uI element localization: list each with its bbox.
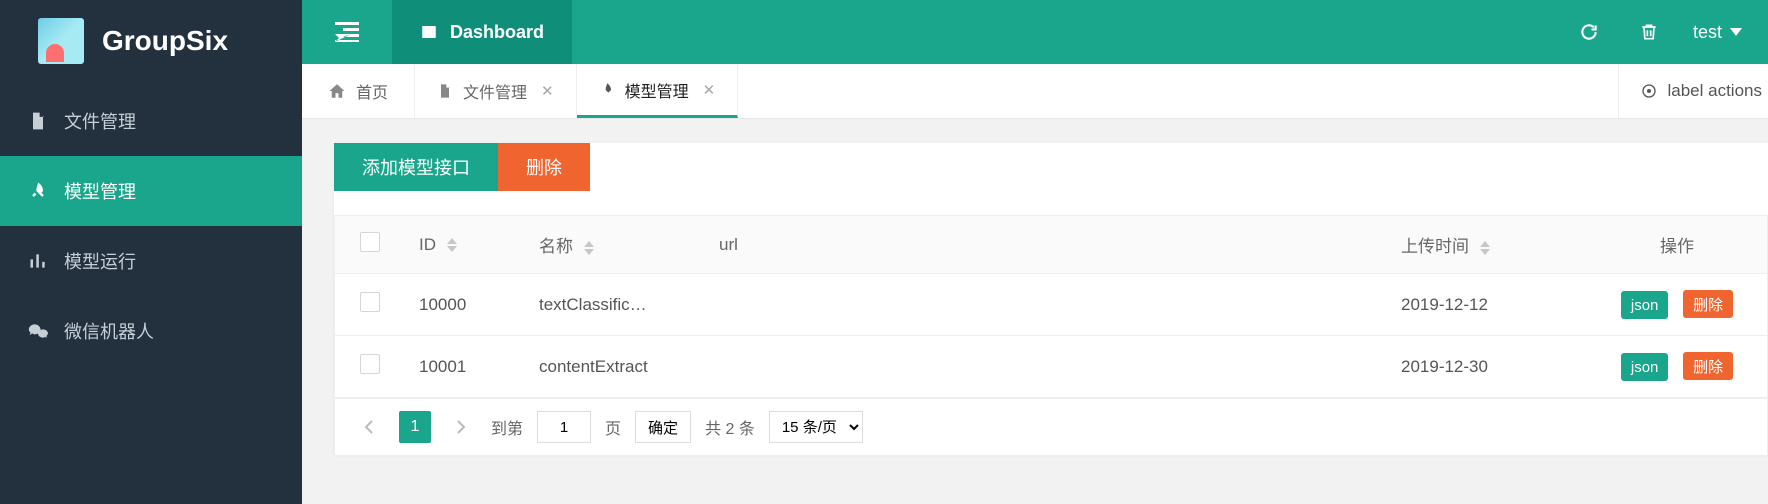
tab-label: 模型管理 (625, 78, 689, 102)
label-actions-dropdown[interactable]: label actions (1618, 64, 1768, 118)
cell-time: 2019-12-12 (1387, 274, 1587, 336)
header-label: 上传时间 (1401, 237, 1469, 256)
cell-url (705, 336, 1387, 398)
page-number[interactable]: 1 (399, 411, 431, 443)
tab-label: 文件管理 (463, 79, 527, 103)
brand-name: GroupSix (102, 25, 228, 57)
sidebar-item-label: 模型运行 (64, 248, 136, 274)
tabstrip-spacer (738, 64, 1618, 118)
row-delete-button[interactable]: 删除 (1683, 352, 1733, 380)
sort-icon (1480, 241, 1490, 255)
main: Dashboard test 首页 文件管理 ✕ (302, 0, 1768, 504)
tab-home[interactable]: 首页 (302, 64, 415, 118)
refresh-button[interactable] (1559, 0, 1619, 64)
sidebar-item-wechat-bot[interactable]: 微信机器人 (0, 296, 302, 366)
json-button[interactable]: json (1621, 353, 1669, 381)
tab-label: 首页 (356, 79, 388, 103)
id-card-icon (420, 23, 438, 41)
file-icon (28, 111, 48, 131)
delete-button[interactable]: 删除 (498, 143, 590, 191)
add-model-button[interactable]: 添加模型接口 (334, 143, 498, 191)
row-checkbox[interactable] (360, 292, 380, 312)
sort-icon (584, 241, 594, 255)
go-button[interactable]: 确定 (635, 411, 691, 443)
sidebar-item-label: 文件管理 (64, 108, 136, 134)
select-all-checkbox[interactable] (360, 232, 380, 252)
table-header-row: ID 名称 url (335, 216, 1767, 274)
pager: 1 到第 页 确定 共 2 条 15 条/页 (334, 399, 1768, 456)
target-icon (1641, 83, 1657, 99)
sidebar-item-label: 模型管理 (64, 178, 136, 204)
home-icon (328, 82, 346, 100)
chevron-left-icon (364, 420, 374, 434)
app-root: GroupSix 文件管理 模型管理 模型运行 微信机器人 (0, 0, 1768, 504)
header-ops: 操作 (1587, 216, 1767, 274)
file-icon (437, 82, 453, 100)
toggle-sidebar-button[interactable] (302, 0, 392, 64)
sidebar-item-label: 微信机器人 (64, 318, 154, 344)
header-url[interactable]: url (705, 216, 1387, 274)
rocket-icon (599, 81, 615, 99)
sort-icon (447, 238, 457, 252)
json-button[interactable]: json (1621, 291, 1669, 319)
brand-logo (38, 18, 84, 64)
user-menu[interactable]: test (1679, 0, 1768, 64)
table: ID 名称 url (334, 215, 1768, 399)
label-actions-text: label actions (1667, 81, 1762, 101)
cell-time: 2019-12-30 (1387, 336, 1587, 398)
next-page-button[interactable] (445, 411, 477, 443)
header-label: url (719, 235, 738, 254)
cell-name: contentExtract (525, 336, 705, 398)
row-checkbox[interactable] (360, 354, 380, 374)
page-size-select[interactable]: 15 条/页 (769, 411, 863, 443)
sidebar-item-model-manage[interactable]: 模型管理 (0, 156, 302, 226)
total-label: 共 2 条 (705, 415, 755, 439)
table-row: 10001 contentExtract 2019-12-30 json 删除 (335, 336, 1767, 398)
topbar: Dashboard test (302, 0, 1768, 64)
cell-url (705, 274, 1387, 336)
header-name[interactable]: 名称 (525, 216, 705, 274)
page-input[interactable] (537, 411, 591, 443)
table-row: 10000 textClassific… 2019-12-12 json 删除 (335, 274, 1767, 336)
header-label: 名称 (539, 237, 573, 256)
dashboard-label: Dashboard (450, 22, 544, 43)
cell-name: textClassific… (525, 274, 705, 336)
rocket-icon (28, 181, 48, 201)
chevron-right-icon (456, 420, 466, 434)
caret-down-icon (1730, 28, 1742, 36)
tabstrip: 首页 文件管理 ✕ 模型管理 ✕ label actions (302, 64, 1768, 119)
cell-id: 10000 (405, 274, 525, 336)
close-icon[interactable]: ✕ (703, 81, 716, 99)
row-delete-button[interactable]: 删除 (1683, 290, 1733, 318)
indent-icon (335, 22, 359, 42)
username: test (1693, 22, 1722, 43)
topbar-spacer (572, 0, 1559, 64)
cell-id: 10001 (405, 336, 525, 398)
dashboard-tab[interactable]: Dashboard (392, 0, 572, 64)
trash-button[interactable] (1619, 0, 1679, 64)
header-checkbox-cell (335, 216, 405, 274)
trash-icon (1639, 22, 1659, 42)
prev-page-button[interactable] (353, 411, 385, 443)
sidebar-item-file-manage[interactable]: 文件管理 (0, 86, 302, 156)
header-label: ID (419, 235, 436, 254)
sidebar: GroupSix 文件管理 模型管理 模型运行 微信机器人 (0, 0, 302, 504)
toolbar: 添加模型接口 删除 (334, 143, 1768, 191)
go-to-label: 到第 (491, 415, 523, 439)
tab-model-manage[interactable]: 模型管理 ✕ (577, 64, 739, 118)
header-id[interactable]: ID (405, 216, 525, 274)
header-label: 操作 (1660, 237, 1694, 256)
panel: 添加模型接口 删除 (334, 143, 1768, 456)
close-icon[interactable]: ✕ (541, 82, 554, 100)
sidebar-item-model-run[interactable]: 模型运行 (0, 226, 302, 296)
bar-chart-icon (28, 251, 48, 271)
tab-file-manage[interactable]: 文件管理 ✕ (415, 64, 577, 118)
brand[interactable]: GroupSix (0, 0, 302, 86)
refresh-icon (1579, 22, 1599, 42)
content: 添加模型接口 删除 (302, 119, 1768, 504)
page-unit-label: 页 (605, 415, 621, 439)
header-time[interactable]: 上传时间 (1387, 216, 1587, 274)
wechat-icon (28, 321, 48, 341)
